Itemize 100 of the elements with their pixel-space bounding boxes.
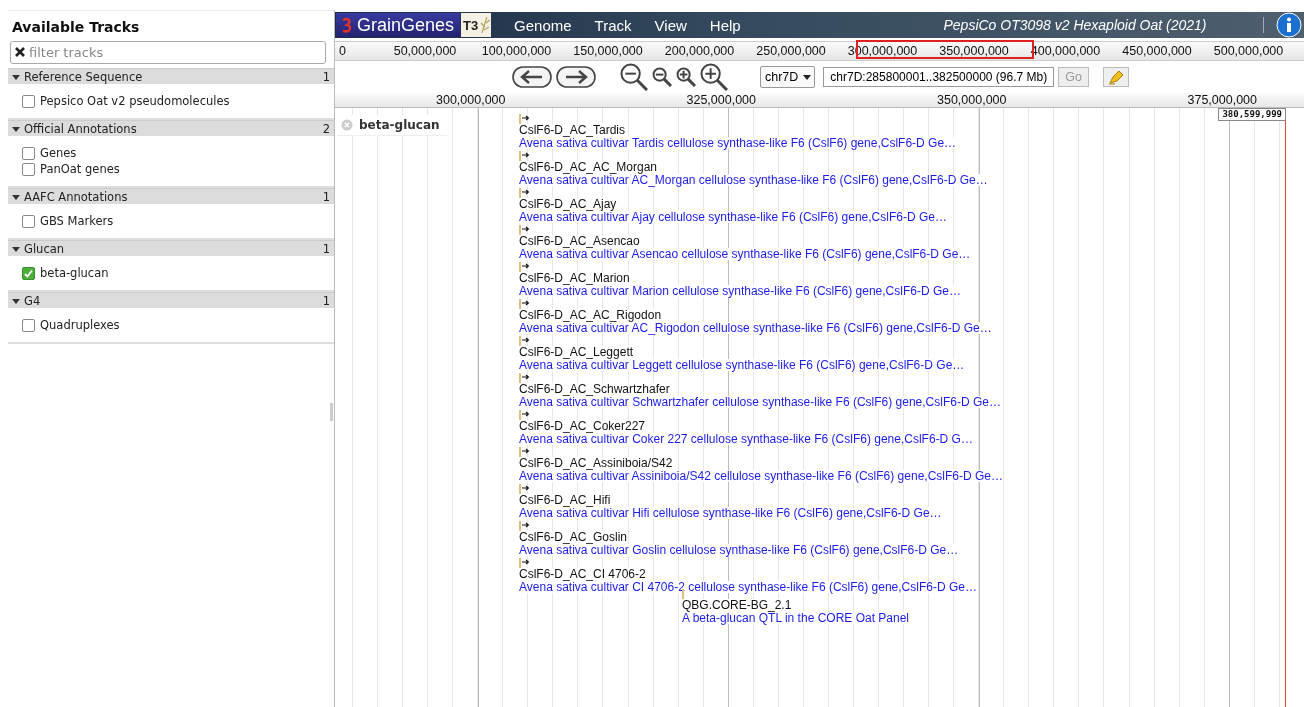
triangle-icon[interactable] (12, 124, 20, 133)
ruler-label: 300,000,000 (436, 93, 506, 107)
dataset-title: PepsiCo OT3098 v2 Hexaploid Oat (2021) (905, 17, 1264, 33)
menu-item[interactable]: Track (594, 16, 632, 34)
category-count: 1 (322, 241, 330, 256)
ruler-label: 325,000,000 (686, 93, 756, 107)
track-label[interactable]: PanOat genes (40, 162, 120, 176)
feature-strand-icon[interactable] (519, 188, 529, 198)
ruler-label: 450,000,000 (1122, 44, 1192, 58)
feature-name[interactable]: CslF6-D_AC_CI 4706-2 (519, 568, 646, 581)
checkbox[interactable] (22, 318, 35, 332)
checkbox[interactable] (22, 214, 35, 228)
filter-field[interactable]: filter tracks (10, 41, 326, 64)
category-count: 1 (322, 69, 330, 84)
feature-description[interactable]: Avena sativa cultivar Asencao cellulose synthase-like F6 (CslF6) gene,CslF6-D Ge… (519, 247, 971, 260)
chromosome-dropdown[interactable]: chr7D (760, 66, 816, 88)
ruler-label: 50,000,000 (393, 44, 457, 58)
feature-name[interactable]: CslF6-D_AC_AC_Morgan (519, 161, 658, 174)
feature-description[interactable]: Avena sativa cultivar AC_Morgan cellulose synthase-like F6 (CslF6) gene,CslF6-D Ge… (519, 173, 988, 186)
feature-strand-icon[interactable] (519, 410, 529, 420)
feature-description[interactable]: Avena sativa cultivar Ajay cellulose synthase-like F6 (CslF6) gene,CslF6-D Ge… (519, 210, 947, 223)
feature-name[interactable]: CslF6-D_AC_Leggett (519, 346, 634, 359)
feature-strand-icon[interactable] (519, 225, 529, 235)
menu-item[interactable]: Help (709, 16, 741, 34)
feature-name[interactable]: CslF6-D_AC_Schwartzhafer (519, 383, 670, 396)
feature-name[interactable]: CslF6-D_AC_Tardis (519, 124, 626, 137)
feature-name[interactable]: CslF6-D_AC_Assiniboia/S42 (519, 457, 673, 470)
category-name: Official Annotations (24, 121, 138, 136)
feature-name[interactable]: CslF6-D_AC_Hifi (519, 494, 611, 507)
pan-right-button[interactable] (556, 66, 596, 88)
track-label[interactable]: Pepsico Oat v2 pseudomolecules (40, 94, 230, 108)
feature-description[interactable]: Avena sativa cultivar Marion cellulose synthase-like F6 (CslF6) gene,CslF6-D Ge… (519, 284, 961, 297)
caret-icon (803, 74, 812, 80)
track-label[interactable]: GBS Markers (40, 214, 114, 228)
feature-name[interactable]: CslF6-D_AC_Goslin (519, 531, 628, 544)
highlight-button[interactable] (1102, 67, 1129, 87)
checkbox[interactable] (22, 94, 35, 108)
triangle-icon[interactable] (12, 244, 20, 253)
feature-description[interactable]: Avena sativa cultivar Coker 227 cellulose synthase-like F6 (CslF6) gene,CslF6-D G… (519, 432, 973, 445)
feature-description[interactable]: Avena sativa cultivar Schwartzhafer cellulose synthase-like F6 (CslF6) gene,CslF6-D Ge… (519, 395, 1001, 408)
checkbox[interactable] (22, 266, 35, 280)
ruler-label: 100,000,000 (481, 44, 552, 58)
feature-strand-icon[interactable] (519, 299, 529, 309)
category-name: Glucan (24, 241, 66, 256)
feature-strand-icon[interactable] (519, 447, 529, 457)
feature-name[interactable]: CslF6-D_AC_Ajay (519, 198, 617, 211)
feature-description[interactable]: Avena sativa cultivar Leggett cellulose synthase-like F6 (CslF6) gene,CslF6-D Ge… (519, 358, 965, 371)
splitter-handle[interactable] (330, 403, 333, 421)
feature-description[interactable]: A beta-glucan QTL in the CORE Oat Panel (682, 611, 909, 624)
category-count: 1 (322, 189, 330, 204)
location-field[interactable]: chr7D:285800001..382500000 (96.7 Mb) (823, 67, 1055, 87)
feature-description[interactable]: Avena sativa cultivar Goslin cellulose synthase-like F6 (CslF6) gene,CslF6-D Ge… (519, 543, 959, 556)
feature-name[interactable]: CslF6-D_AC_Marion (519, 272, 630, 285)
swirl-icon (340, 16, 354, 34)
checkbox[interactable] (22, 162, 35, 176)
feature-strand-icon[interactable] (519, 521, 529, 531)
info-icon[interactable] (1276, 12, 1302, 38)
feature-name[interactable]: CslF6-D_AC_Asencao (519, 235, 640, 248)
category-header[interactable]: Glucan 1 (8, 240, 334, 256)
category-header[interactable]: G4 1 (8, 292, 334, 308)
feature-strand-icon[interactable] (519, 114, 529, 124)
partner-logo[interactable]: T3 (461, 13, 492, 37)
feature-name[interactable]: CslF6-D_AC_AC_Rigodon (519, 309, 662, 322)
feature-name[interactable]: QBG.CORE-BG_2.1 (682, 599, 792, 612)
site-logo[interactable]: GrainGenes (336, 13, 461, 37)
zoom-out-icon[interactable] (652, 67, 672, 87)
zoom-in-icon[interactable] (676, 67, 696, 87)
track-label[interactable]: Quadruplexes (40, 318, 120, 332)
track-label[interactable]: beta-glucan (40, 266, 109, 280)
menu-item[interactable]: View (654, 16, 687, 34)
category-header[interactable]: AAFC Annotations 1 (8, 188, 334, 204)
category-count: 1 (322, 293, 330, 308)
feature-marker-icon[interactable] (682, 589, 684, 599)
feature-strand-icon[interactable] (519, 373, 529, 383)
menu-item[interactable]: Genome (514, 16, 572, 34)
feature-description[interactable]: Avena sativa cultivar CI 4706-2 cellulose synthase-like F6 (CslF6) gene,CslF6-D Ge… (519, 580, 977, 593)
category-header[interactable]: Reference Sequence 1 (8, 68, 334, 84)
feature-description[interactable]: Avena sativa cultivar Assiniboia/S42 cellulose synthase-like F6 (CslF6) gene,CslF6-D Ge… (519, 469, 1003, 482)
pan-left-button[interactable] (512, 66, 552, 88)
feature-description[interactable]: Avena sativa cultivar Tardis cellulose synthase-like F6 (CslF6) gene,CslF6-D Ge… (519, 136, 957, 149)
zoom-out-icon[interactable] (620, 63, 648, 91)
clear-icon[interactable] (14, 46, 26, 58)
triangle-icon[interactable] (12, 296, 20, 305)
feature-name[interactable]: CslF6-D_AC_Coker227 (519, 420, 646, 433)
triangle-icon[interactable] (12, 72, 20, 81)
feature-description[interactable]: Avena sativa cultivar Hifi cellulose synthase-like F6 (CslF6) gene,CslF6-D Ge… (519, 506, 942, 519)
track-label[interactable]: beta-glucan (337, 115, 447, 136)
feature-strand-icon[interactable] (519, 151, 529, 161)
zoom-in-icon[interactable] (700, 63, 728, 91)
feature-description[interactable]: Avena sativa cultivar AC_Rigodon cellulose synthase-like F6 (CslF6) gene,CslF6-D Ge… (519, 321, 992, 334)
feature-strand-icon[interactable] (519, 262, 529, 272)
triangle-icon[interactable] (12, 192, 20, 201)
feature-strand-icon[interactable] (519, 336, 529, 346)
checkbox[interactable] (22, 146, 35, 160)
feature-strand-icon[interactable] (519, 558, 529, 568)
category-header[interactable]: Official Annotations 2 (8, 120, 334, 136)
feature-strand-icon[interactable] (519, 484, 529, 494)
track-label[interactable]: Genes (40, 146, 77, 160)
category-name: AAFC Annotations (24, 189, 129, 204)
ruler-label: 150,000,000 (573, 44, 643, 58)
